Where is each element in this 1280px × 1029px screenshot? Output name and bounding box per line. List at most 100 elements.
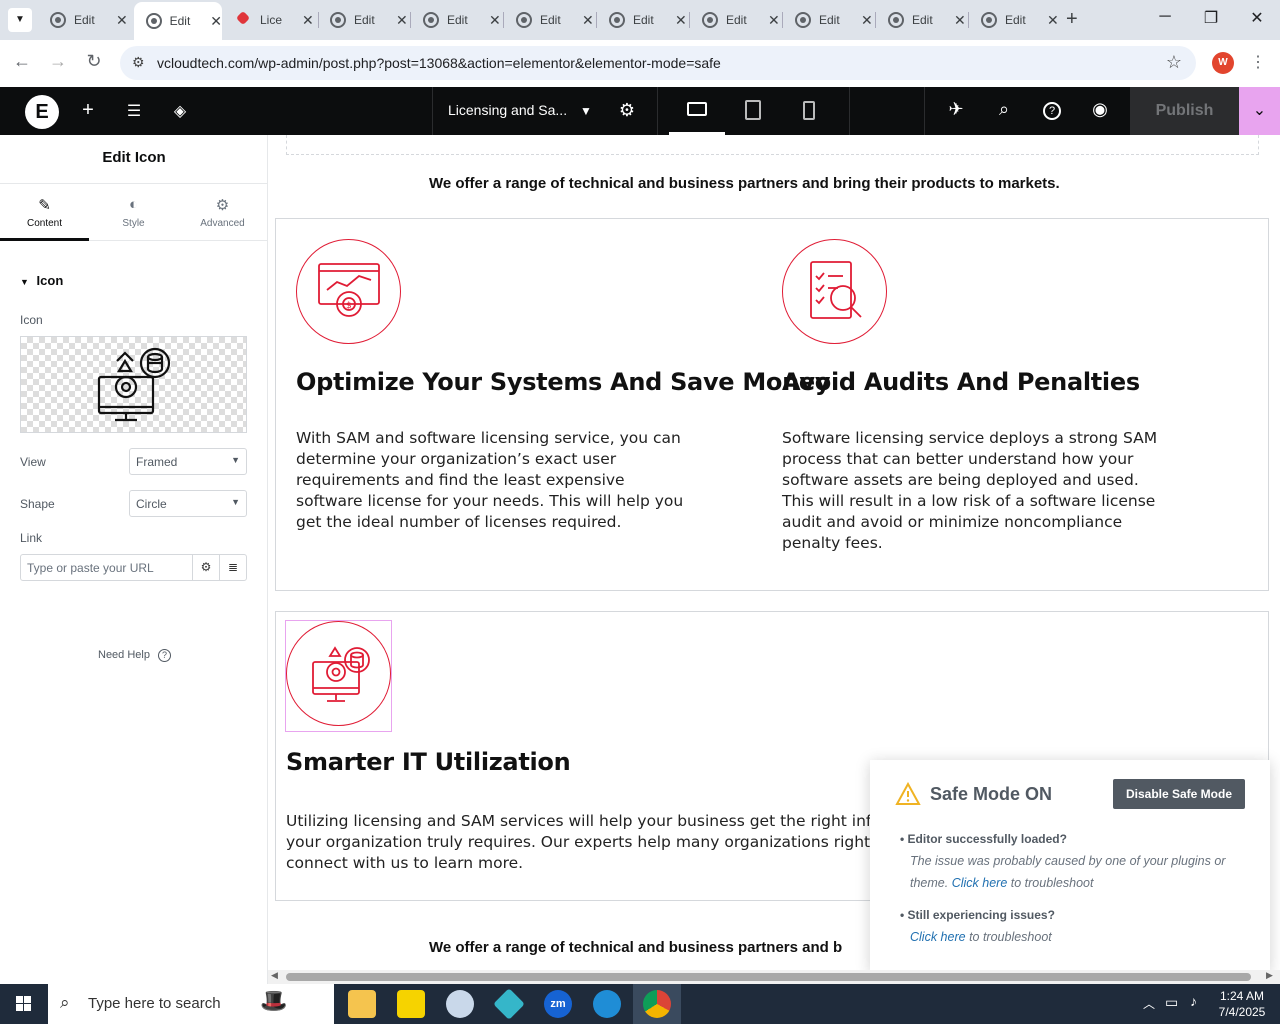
zoom-icon[interactable]: zm xyxy=(544,990,572,1018)
chevron-up-icon[interactable]: ︿ xyxy=(1143,995,1155,1012)
profile-avatar[interactable]: W xyxy=(1212,52,1234,74)
taskbar-search-box[interactable]: ⌕ Type here to search 🎩 xyxy=(48,984,334,1024)
page-settings-gear-icon[interactable]: ⚙ xyxy=(615,100,639,121)
search-icon[interactable]: ⌕ xyxy=(992,99,1016,120)
forward-arrow-icon[interactable]: → xyxy=(46,51,70,72)
dynamic-tags-icon[interactable]: ≣ xyxy=(219,554,247,581)
link-url-input[interactable]: Type or paste your URL xyxy=(20,554,193,581)
feature-body[interactable]: Utilizing licensing and SAM services wil… xyxy=(286,811,906,874)
globe-icon xyxy=(146,13,162,29)
url-text[interactable]: vcloudtech.com/wp-admin/post.php?post=13… xyxy=(157,55,721,71)
browser-tab[interactable]: Edit ✕ xyxy=(504,4,596,36)
link-options-gear-icon[interactable]: ⚙ xyxy=(192,554,220,581)
network-icon[interactable]: ▭ xyxy=(1165,994,1178,1011)
site-info-icon[interactable]: ⚙ xyxy=(132,54,145,71)
browser-tab[interactable]: Edit ✕ xyxy=(690,4,782,36)
icon-picker-preview[interactable] xyxy=(20,336,247,433)
audit-checklist-icon[interactable] xyxy=(782,239,887,344)
browser-tab[interactable]: Edit ✕ xyxy=(969,4,1061,36)
tab-advanced[interactable]: ⚙ Advanced xyxy=(178,184,267,241)
close-icon[interactable]: ✕ xyxy=(768,12,780,29)
publish-button[interactable]: Publish xyxy=(1130,87,1239,135)
paint-icon[interactable] xyxy=(446,990,474,1018)
edit-panel: Edit Icon ✎ Content ◐ Style ⚙ Advanced ▼… xyxy=(0,135,268,984)
restore-icon[interactable]: ❐ xyxy=(1188,8,1234,28)
browser-tab[interactable]: Edit ✕ xyxy=(411,4,503,36)
close-icon[interactable]: ✕ xyxy=(302,12,314,29)
horizontal-scrollbar[interactable]: ◀ ▶ xyxy=(268,970,1280,984)
help-icon[interactable]: ? xyxy=(1043,102,1061,120)
tab-content[interactable]: ✎ Content xyxy=(0,184,89,241)
bookmark-star-icon[interactable]: ☆ xyxy=(1166,52,1182,73)
browser-tab-active[interactable]: Edit ✕ xyxy=(134,2,222,40)
feature-title[interactable]: Avoid Audits And Penalties xyxy=(782,368,1140,396)
back-arrow-icon[interactable]: ← xyxy=(10,51,34,72)
edge-browser-icon[interactable] xyxy=(593,990,621,1018)
preview-eye-icon[interactable]: ◉ xyxy=(1088,99,1112,120)
close-icon[interactable]: ✕ xyxy=(396,12,408,29)
feature-title[interactable]: Optimize Your Systems And Save Money xyxy=(296,368,831,396)
reload-icon[interactable]: ↻ xyxy=(82,51,106,72)
whats-new-megaphone-icon[interactable]: ✈ xyxy=(944,99,968,120)
close-icon[interactable]: ✕ xyxy=(675,12,687,29)
desktop-device-icon[interactable] xyxy=(687,102,707,116)
browser-tab[interactable]: Edit ✕ xyxy=(783,4,875,36)
close-icon[interactable]: ✕ xyxy=(210,13,222,30)
safe-mode-notice: Safe Mode ON Disable Safe Mode • Editor … xyxy=(870,760,1270,972)
close-icon[interactable]: ✕ xyxy=(954,12,966,29)
windows-start-icon[interactable] xyxy=(0,984,48,1024)
section-toggle-icon[interactable]: ▼ Icon xyxy=(20,273,63,288)
scroll-right-arrow-icon[interactable]: ▶ xyxy=(1266,970,1273,981)
window-close-icon[interactable]: ✕ xyxy=(1234,8,1280,28)
browser-tab[interactable]: Edit ✕ xyxy=(876,4,968,36)
mobile-device-icon[interactable] xyxy=(803,101,815,120)
troubleshoot-link[interactable]: Click here xyxy=(952,876,1008,890)
tab-search-button[interactable]: ▼ xyxy=(8,8,32,32)
chevron-down-icon: ▼ xyxy=(231,497,240,507)
safe-mode-question: • Editor successfully loaded? xyxy=(900,832,1067,846)
close-icon[interactable]: ✕ xyxy=(489,12,501,29)
structure-layers-icon[interactable]: ◈ xyxy=(168,101,192,121)
omnibox[interactable]: ⚙ vcloudtech.com/wp-admin/post.php?post=… xyxy=(120,46,1196,80)
chrome-browser-icon[interactable] xyxy=(643,990,671,1018)
troubleshoot-link[interactable]: Click here xyxy=(910,930,966,944)
features-section[interactable]: $ Optimize Your Systems And Save Money W… xyxy=(275,218,1269,591)
feature-title[interactable]: Smarter IT Utilization xyxy=(286,748,571,776)
feature-body[interactable]: With SAM and software licensing service,… xyxy=(296,428,696,533)
chevron-down-icon[interactable]: ▼ xyxy=(574,104,598,118)
elementor-logo-icon[interactable]: E xyxy=(25,95,59,129)
browser-tab[interactable]: Edit ✕ xyxy=(38,4,130,36)
analytics-gear-icon[interactable]: $ xyxy=(296,239,401,344)
minimize-icon[interactable]: ─ xyxy=(1142,8,1188,26)
scrollbar-thumb[interactable] xyxy=(286,973,1251,981)
sticky-notes-icon[interactable] xyxy=(397,990,425,1018)
money-monitor-icon[interactable] xyxy=(286,621,391,726)
browser-menu-icon[interactable]: ⋮ xyxy=(1250,52,1266,72)
need-help-link[interactable]: Need Help ? xyxy=(98,649,172,662)
view-select[interactable]: Framed ▼ xyxy=(129,448,247,475)
browser-tab[interactable]: Lice ✕ xyxy=(224,4,316,36)
site-settings-icon[interactable]: ☰ xyxy=(122,101,146,121)
partners-heading-bottom[interactable]: We offer a range of technical and busine… xyxy=(429,939,869,956)
feature-body[interactable]: Software licensing service deploys a str… xyxy=(782,428,1172,554)
file-explorer-icon[interactable] xyxy=(348,990,376,1018)
add-element-icon[interactable]: + xyxy=(76,99,100,122)
tab-style[interactable]: ◐ Style xyxy=(89,184,178,241)
browser-tab[interactable]: Edit ✕ xyxy=(318,4,410,36)
shape-select[interactable]: Circle ▼ xyxy=(129,490,247,517)
partners-heading[interactable]: We offer a range of technical and busine… xyxy=(429,175,1060,192)
close-icon[interactable]: ✕ xyxy=(116,12,128,29)
browser-tab[interactable]: Edit ✕ xyxy=(597,4,689,36)
scroll-left-arrow-icon[interactable]: ◀ xyxy=(271,970,278,981)
close-icon[interactable]: ✕ xyxy=(582,12,594,29)
disable-safe-mode-button[interactable]: Disable Safe Mode xyxy=(1113,779,1245,809)
close-icon[interactable]: ✕ xyxy=(861,12,873,29)
new-tab-icon[interactable]: + xyxy=(1066,8,1078,31)
tablet-device-icon[interactable] xyxy=(745,100,761,120)
close-icon[interactable]: ✕ xyxy=(1047,12,1059,29)
taskbar-clock[interactable]: 1:24 AM 7/4/2025 xyxy=(1212,988,1272,1020)
document-title[interactable]: Licensing and Sa... xyxy=(448,102,567,118)
app-diamond-icon[interactable] xyxy=(493,988,525,1020)
volume-icon[interactable]: ♪ xyxy=(1190,993,1197,1009)
publish-options-chevron-icon[interactable]: ⌄ xyxy=(1239,87,1280,135)
